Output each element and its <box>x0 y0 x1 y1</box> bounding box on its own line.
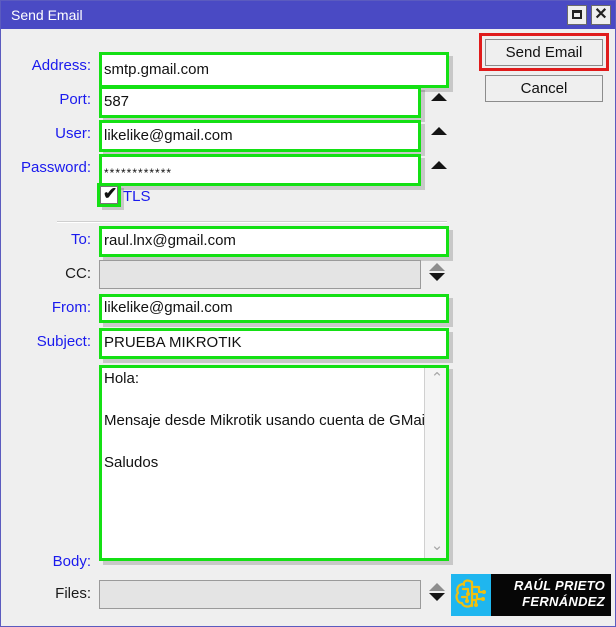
check-icon: ✔ <box>103 184 118 203</box>
maximize-icon <box>572 10 582 19</box>
address-input[interactable]: smtp.gmail.com <box>99 52 449 88</box>
to-input[interactable]: raul.lnx@gmail.com <box>99 226 449 257</box>
files-label: Files: <box>55 585 91 602</box>
title-bar[interactable]: Send Email ✕ <box>1 1 615 29</box>
tls-label: TLS <box>123 188 151 205</box>
send-email-button[interactable]: Send Email <box>485 39 603 66</box>
chevron-up-icon[interactable] <box>429 583 445 591</box>
port-label: Port: <box>59 91 91 108</box>
tls-checkbox[interactable]: ✔ <box>100 184 118 204</box>
cc-label: CC: <box>65 265 91 282</box>
password-input[interactable]: ************ <box>99 154 421 186</box>
cancel-button[interactable]: Cancel <box>485 75 603 102</box>
port-input[interactable]: 587 <box>99 86 421 118</box>
chevron-up-icon[interactable] <box>431 93 447 101</box>
logo-line-2: FERNÁNDEZ <box>522 594 605 609</box>
send-email-dialog: Send Email ✕ Address: smtp.gmail.com Por… <box>0 0 616 627</box>
files-input[interactable] <box>99 580 421 609</box>
close-button[interactable]: ✕ <box>591 5 611 25</box>
watermark-logo: RAÚL PRIETO FERNÁNDEZ <box>451 574 611 616</box>
body-scrollbar[interactable]: ⌃ ⌄ <box>424 366 449 560</box>
user-stepper[interactable] <box>429 127 449 145</box>
body-label: Body: <box>52 553 91 570</box>
cc-input[interactable] <box>99 260 421 289</box>
to-label: To: <box>70 231 91 248</box>
subject-input[interactable]: PRUEBA MIKROTIK <box>99 328 449 359</box>
address-label: Address: <box>31 57 91 74</box>
brain-circuit-icon <box>451 574 491 616</box>
port-stepper[interactable] <box>429 93 449 111</box>
password-label: Password: <box>20 159 91 176</box>
user-label: User: <box>55 125 91 142</box>
window-title: Send Email <box>11 7 83 23</box>
scroll-up-icon[interactable]: ⌃ <box>425 371 449 387</box>
scroll-down-icon[interactable]: ⌄ <box>425 538 449 554</box>
logo-text: RAÚL PRIETO FERNÁNDEZ <box>491 574 611 616</box>
subject-label: Subject: <box>36 333 91 350</box>
chevron-down-icon[interactable] <box>429 593 445 601</box>
dialog-body: Address: smtp.gmail.com Port: 587 User: … <box>1 29 615 626</box>
section-divider <box>57 221 447 223</box>
body-textarea[interactable]: Hola: Mensaje desde Mikrotik usando cuen… <box>99 365 449 561</box>
from-input[interactable]: likelike@gmail.com <box>99 294 449 323</box>
chevron-up-icon[interactable] <box>431 127 447 135</box>
cc-stepper[interactable] <box>427 263 447 287</box>
chevron-up-icon[interactable] <box>431 161 447 169</box>
user-input[interactable]: likelike@gmail.com <box>99 120 421 152</box>
chevron-down-icon[interactable] <box>429 273 445 281</box>
maximize-button[interactable] <box>567 5 587 25</box>
close-icon: ✕ <box>594 6 608 23</box>
from-label: From: <box>51 299 91 316</box>
logo-line-1: RAÚL PRIETO <box>514 578 605 593</box>
files-stepper[interactable] <box>427 583 447 607</box>
password-stepper[interactable] <box>429 161 449 179</box>
chevron-up-icon[interactable] <box>429 263 445 271</box>
